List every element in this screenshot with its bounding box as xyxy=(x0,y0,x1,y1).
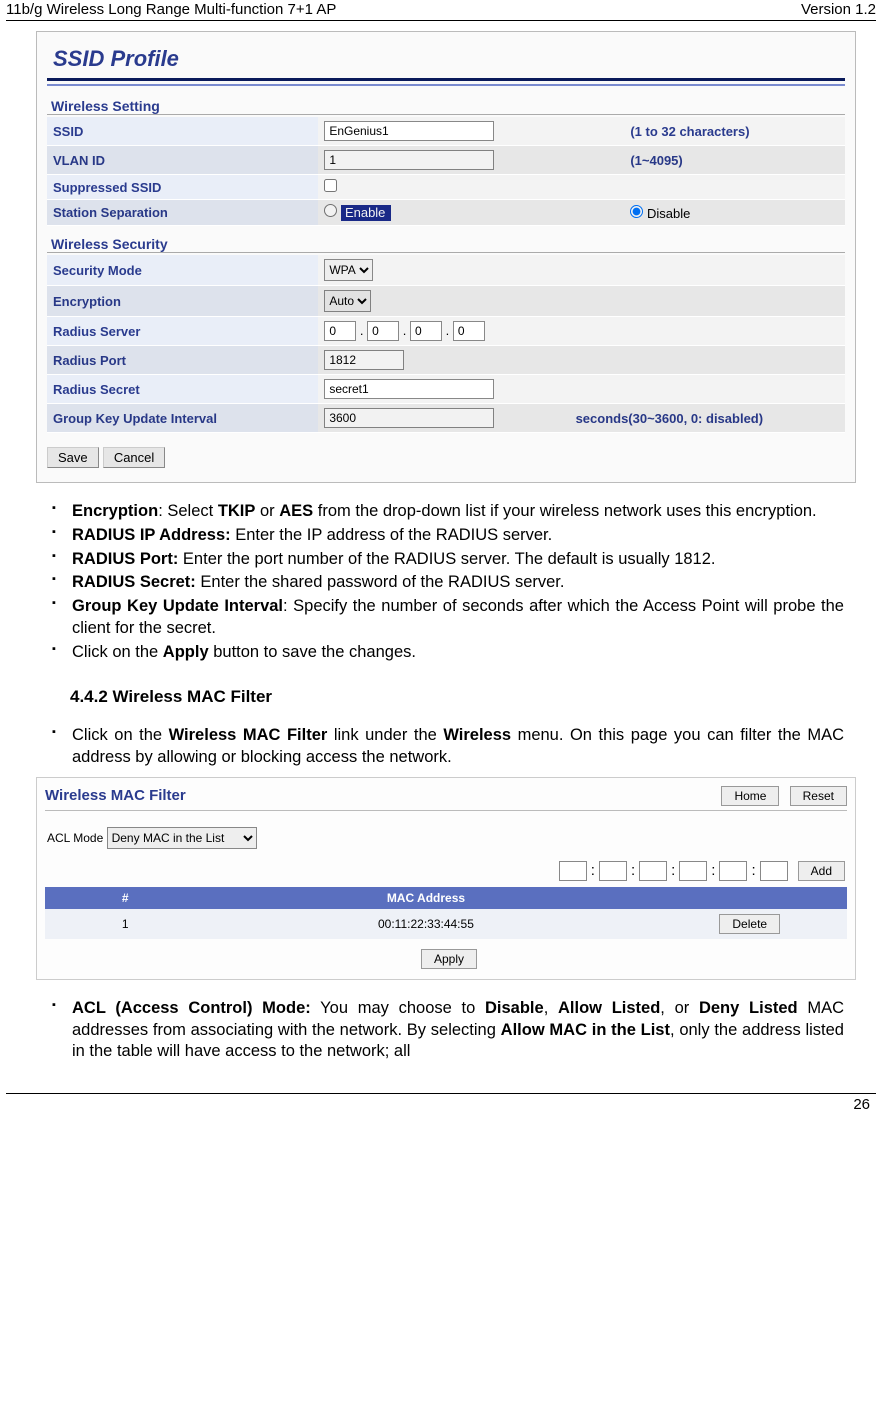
wireless-security-head: Wireless Security xyxy=(47,226,845,253)
encryption-select[interactable]: Auto xyxy=(324,290,371,312)
apply-button[interactable]: Apply xyxy=(421,949,477,969)
security-mode-select[interactable]: WPA xyxy=(324,259,373,281)
gku-hint: seconds(30~3600, 0: disabled) xyxy=(570,404,845,433)
encryption-label: Encryption xyxy=(47,286,318,317)
mac-title: Wireless MAC Filter xyxy=(45,787,186,804)
col-mac: MAC Address xyxy=(205,887,646,909)
station-sep-enable-radio[interactable] xyxy=(324,204,337,217)
bullet-radius-ip: RADIUS IP Address: Enter the IP address … xyxy=(38,525,844,547)
radius-ip-2[interactable] xyxy=(367,321,399,341)
radius-ip-1[interactable] xyxy=(324,321,356,341)
section-4-4-2-head: 4.4.2 Wireless MAC Filter xyxy=(70,687,846,707)
radius-secret-label: Radius Secret xyxy=(47,375,318,404)
doc-header-right: Version 1.2 xyxy=(801,1,876,18)
bullet-acl-mode: ACL (Access Control) Mode: You may choos… xyxy=(38,998,844,1063)
station-sep-label: Station Separation xyxy=(47,200,318,226)
radius-secret-input[interactable] xyxy=(324,379,494,399)
enable-text: Enable xyxy=(341,205,391,221)
mac-oct-4[interactable] xyxy=(679,861,707,881)
ssid-hint: (1 to 32 characters) xyxy=(624,117,845,146)
doc-header-left: 11b/g Wireless Long Range Multi-function… xyxy=(6,1,336,18)
bullet-gku: Group Key Update Interval: Specify the n… xyxy=(38,596,844,640)
cancel-button[interactable]: Cancel xyxy=(103,447,165,468)
gku-input[interactable] xyxy=(324,408,494,428)
bullet-apply: Click on the Apply button to save the ch… xyxy=(38,642,844,664)
reset-button[interactable]: Reset xyxy=(790,786,847,806)
col-num: # xyxy=(45,887,205,909)
ssid-profile-panel: SSID Profile Wireless Setting SSID (1 to… xyxy=(36,31,856,483)
mac-oct-1[interactable] xyxy=(559,861,587,881)
add-button[interactable]: Add xyxy=(798,861,845,881)
suppressed-ssid-checkbox[interactable] xyxy=(324,179,337,192)
radius-port-label: Radius Port xyxy=(47,346,318,375)
vlan-label: VLAN ID xyxy=(47,146,318,175)
bullet-encryption: Encryption: Select TKIP or AES from the … xyxy=(38,501,844,523)
station-sep-disable-radio[interactable] xyxy=(630,205,643,218)
radius-port-input[interactable] xyxy=(324,350,404,370)
divider xyxy=(47,84,845,86)
gku-label: Group Key Update Interval xyxy=(47,404,318,433)
acl-mode-label: ACL Mode xyxy=(47,831,103,845)
mac-filter-panel: Wireless MAC Filter Home Reset ACL Mode … xyxy=(36,777,856,980)
mac-oct-6[interactable] xyxy=(760,861,788,881)
mac-oct-3[interactable] xyxy=(639,861,667,881)
bullet-radius-port: RADIUS Port: Enter the port number of th… xyxy=(38,549,844,571)
security-mode-label: Security Mode xyxy=(47,255,318,286)
disable-text: Disable xyxy=(647,206,690,221)
suppressed-ssid-label: Suppressed SSID xyxy=(47,175,318,200)
divider xyxy=(47,78,845,81)
bullet-mac-intro: Click on the Wireless MAC Filter link un… xyxy=(38,725,844,769)
home-button[interactable]: Home xyxy=(721,786,779,806)
vlan-input[interactable] xyxy=(324,150,494,170)
row-num: 1 xyxy=(45,909,205,939)
radius-ip-3[interactable] xyxy=(410,321,442,341)
wireless-setting-head: Wireless Setting xyxy=(47,88,845,115)
delete-button[interactable]: Delete xyxy=(719,914,780,934)
radius-server-label: Radius Server xyxy=(47,317,318,346)
vlan-hint: (1~4095) xyxy=(624,146,845,175)
mac-oct-5[interactable] xyxy=(719,861,747,881)
mac-oct-2[interactable] xyxy=(599,861,627,881)
table-row: 1 00:11:22:33:44:55 Delete xyxy=(45,909,847,939)
col-action xyxy=(646,887,847,909)
ssid-input[interactable] xyxy=(324,121,494,141)
save-button[interactable]: Save xyxy=(47,447,99,468)
panel-title: SSID Profile xyxy=(47,42,845,78)
acl-mode-select[interactable]: Deny MAC in the List xyxy=(107,827,257,849)
page-number: 26 xyxy=(6,1093,876,1123)
row-mac: 00:11:22:33:44:55 xyxy=(205,909,646,939)
ssid-label: SSID xyxy=(47,117,318,146)
radius-ip-4[interactable] xyxy=(453,321,485,341)
bullet-radius-secret: RADIUS Secret: Enter the shared password… xyxy=(38,572,844,594)
